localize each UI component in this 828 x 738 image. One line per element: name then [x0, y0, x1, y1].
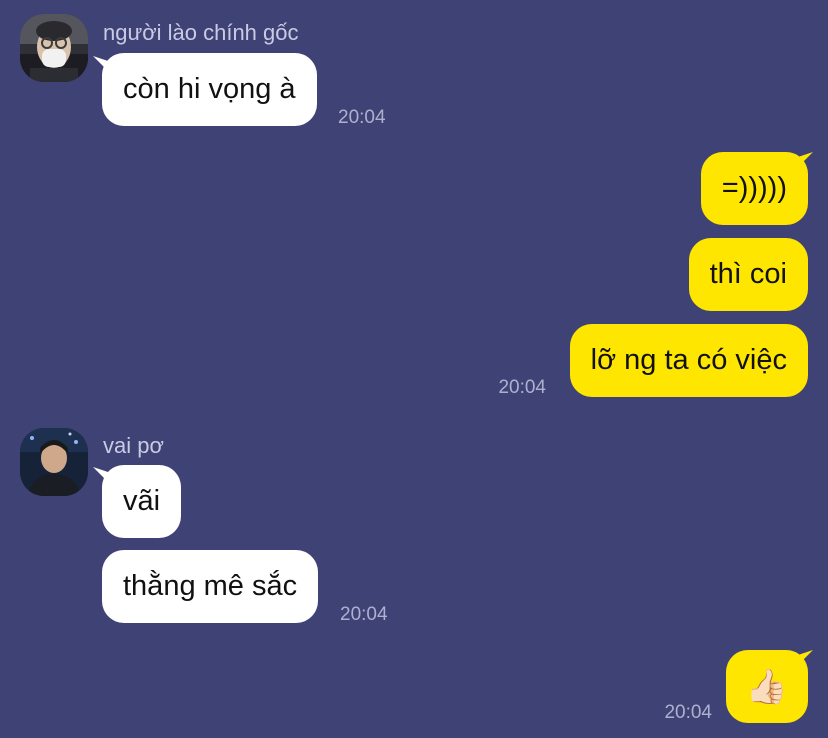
- message-timestamp: 20:04: [340, 604, 388, 625]
- message-bubble[interactable]: lỡ ng ta có việc: [569, 324, 808, 397]
- sender-name: vai pơ: [103, 433, 164, 458]
- thumbs-up-icon: 👍🏻: [745, 667, 789, 706]
- message-bubble[interactable]: =))))): [700, 152, 808, 225]
- message-bubble[interactable]: thì coi: [688, 238, 808, 311]
- sender-name: người lào chính gốc: [103, 20, 299, 45]
- message-text: =))))): [721, 172, 787, 204]
- message-bubble[interactable]: vãi: [102, 465, 182, 538]
- message-bubble[interactable]: còn hi vọng à: [102, 53, 317, 126]
- message-text: lỡ ng ta có việc: [590, 344, 787, 376]
- message-text: thằng mê sắc: [123, 570, 298, 602]
- young-man-avatar[interactable]: [20, 428, 88, 496]
- message-text: còn hi vọng à: [123, 73, 296, 105]
- message-timestamp: 20:04: [338, 107, 386, 128]
- message-bubble[interactable]: thằng mê sắc: [102, 550, 319, 623]
- message-bubble[interactable]: 👍🏻: [726, 650, 808, 723]
- message-timestamp: 20:04: [664, 702, 712, 723]
- message-text: vãi: [123, 485, 161, 517]
- message-text: thì coi: [709, 258, 787, 290]
- masked-person-avatar[interactable]: [20, 14, 88, 82]
- message-timestamp: 20:04: [498, 377, 546, 398]
